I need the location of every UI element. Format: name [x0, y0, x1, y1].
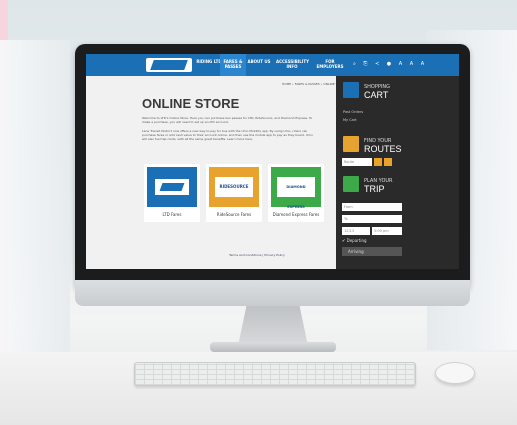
monitor-stand-base	[210, 342, 336, 352]
nav-item-about[interactable]: ABOUT US	[246, 59, 272, 64]
trip-time-input[interactable]: 5:09 pm	[372, 227, 402, 235]
footer-links[interactable]: Terms and Conditions | Privacy Policy	[172, 253, 342, 257]
monitor-stand	[238, 306, 308, 346]
ridesource-logo: RIDESOURCE	[209, 167, 259, 207]
nav-item-accessibility[interactable]: ACCESSIBILITY INFO	[276, 59, 309, 69]
screen: RIDING LTD FARES & PASSES ABOUT US ACCES…	[86, 54, 459, 269]
card-label: LTD Fares	[162, 212, 182, 217]
my-cart-link[interactable]: My Cart	[343, 118, 357, 122]
route-map-button[interactable]	[384, 158, 392, 166]
cart-heading[interactable]: CART	[364, 90, 388, 100]
route-marker-icon	[343, 136, 359, 152]
cart-icon[interactable]	[343, 82, 359, 98]
past-orders-link[interactable]: Past Orders	[343, 110, 363, 114]
departing-radio[interactable]: ✔ Departing	[342, 238, 367, 243]
intro-text: Welcome to LTD's Online Store. Here you …	[142, 116, 313, 124]
trip-to-input[interactable]: To	[342, 215, 402, 223]
routes-heading: ROUTES	[364, 144, 402, 154]
keyboard[interactable]	[134, 362, 416, 386]
page-title: ONLINE STORE	[142, 96, 240, 111]
route-select[interactable]: Route	[342, 158, 372, 166]
arriving-option[interactable]: Arriving	[342, 247, 402, 256]
mouse[interactable]	[435, 362, 475, 384]
route-go-button[interactable]	[374, 158, 382, 166]
card-label: RideSource Fares	[216, 212, 252, 217]
ltd-fares-logo	[147, 167, 197, 207]
mobility-text: Lane Transit District now offers a new w…	[142, 129, 313, 141]
top-nav: RIDING LTD FARES & PASSES ABOUT US ACCES…	[86, 54, 459, 76]
card-label: Diamond Express Fares	[272, 212, 320, 217]
background-window	[0, 40, 70, 370]
bus-icon	[343, 176, 359, 192]
monitor-chin	[75, 280, 470, 306]
nav-utility-icons[interactable]: ⌕ ⎘ ≺ ● A A A	[353, 61, 427, 67]
ltd-fares-card[interactable]: LTD Fares	[144, 164, 200, 222]
diamond-express-card[interactable]: DIAMOND EXPRESS Diamond Express Fares	[268, 164, 324, 222]
diamond-express-logo: DIAMOND EXPRESS	[271, 167, 321, 209]
language-toggle[interactable]: A A A	[399, 61, 427, 67]
ltd-logo[interactable]	[146, 58, 192, 72]
trip-from-input[interactable]: From	[342, 203, 402, 211]
nav-item-riding[interactable]: RIDING LTD	[196, 59, 222, 64]
nav-item-fares[interactable]: FARES & PASSES	[220, 54, 246, 76]
nav-item-employers[interactable]: FOR EMPLOYERS	[315, 59, 345, 69]
trip-heading: TRIP	[364, 184, 385, 194]
trip-date-input[interactable]: 12/13	[342, 227, 370, 235]
sidebar: SHOPPING CART Past Orders My Cart FIND Y…	[336, 76, 459, 269]
ridesource-fares-card[interactable]: RIDESOURCE RideSource Fares	[206, 164, 262, 222]
